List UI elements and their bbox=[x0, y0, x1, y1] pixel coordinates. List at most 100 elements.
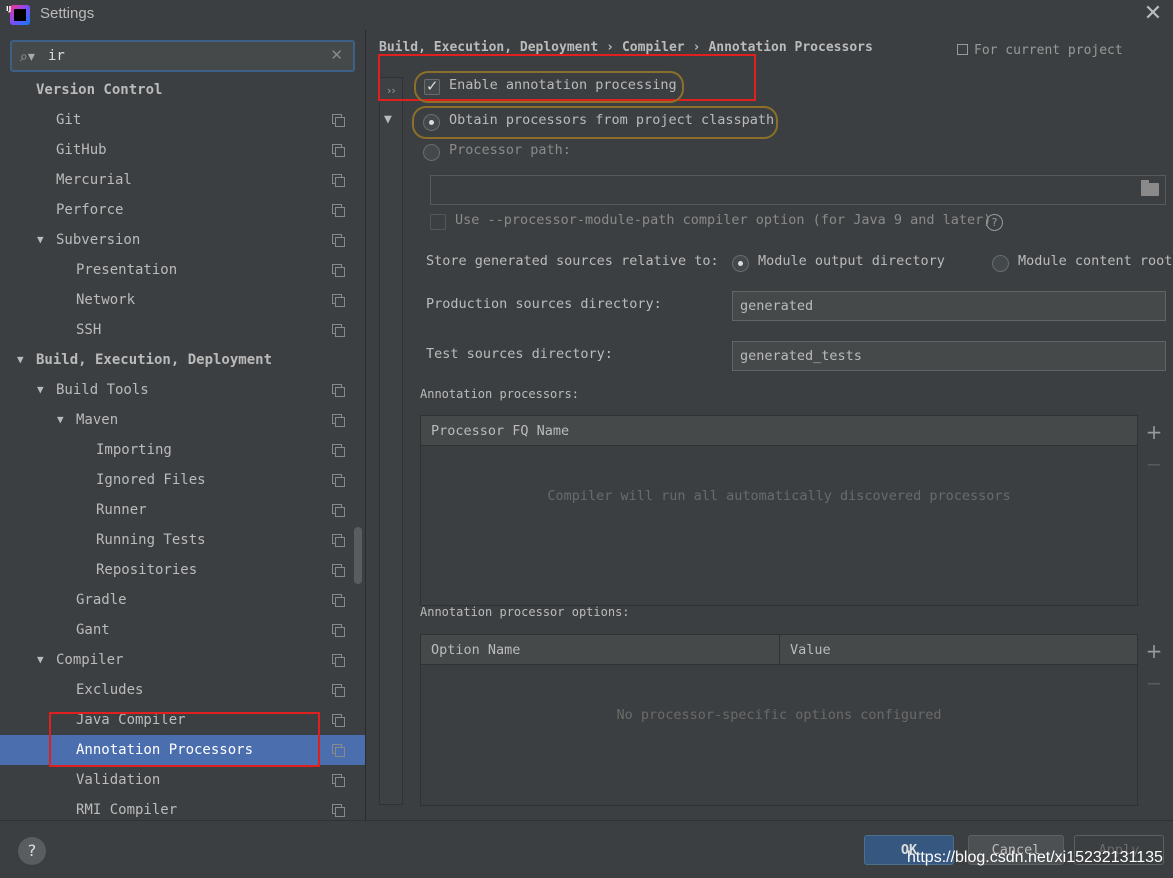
tree-item-github[interactable]: GitHub bbox=[0, 135, 365, 165]
remove-option-icon[interactable]: − bbox=[1144, 671, 1164, 695]
options-empty-text: No processor-specific options configured bbox=[616, 707, 942, 723]
gold-highlight-classpath bbox=[412, 106, 778, 139]
tree-item-gradle[interactable]: Gradle bbox=[0, 585, 365, 615]
project-level-copy-icon bbox=[332, 474, 345, 487]
project-level-copy-icon bbox=[332, 294, 345, 307]
tree-item-label: Network bbox=[76, 292, 136, 308]
module-content-root-radio[interactable] bbox=[992, 255, 1009, 272]
add-processor-icon[interactable]: + bbox=[1144, 420, 1164, 444]
tree-item-repositories[interactable]: Repositories bbox=[0, 555, 365, 585]
tree-item-label: Importing bbox=[96, 442, 172, 458]
tree-item-gant[interactable]: Gant bbox=[0, 615, 365, 645]
tree-item-ignored-files[interactable]: Ignored Files bbox=[0, 465, 365, 495]
close-icon[interactable]: ✕ bbox=[1143, 3, 1163, 25]
tree-item-git[interactable]: Git bbox=[0, 105, 365, 135]
project-level-copy-icon bbox=[332, 534, 345, 547]
tree-expand-arrow-icon[interactable]: ▼ bbox=[37, 645, 44, 675]
clear-search-icon[interactable]: ✕ bbox=[330, 46, 343, 64]
project-level-copy-icon bbox=[332, 414, 345, 427]
watermark-url: https://blog.csdn.net/xi15232131135 bbox=[907, 849, 1163, 866]
test-sources-value: generated_tests bbox=[740, 348, 862, 364]
value-column[interactable]: Value bbox=[779, 635, 831, 665]
processor-fq-name-column[interactable]: Processor FQ Name bbox=[421, 416, 569, 446]
project-level-copy-icon bbox=[332, 384, 345, 397]
production-sources-label: Production sources directory: bbox=[426, 296, 662, 312]
tree-item-label: Excludes bbox=[76, 682, 144, 698]
processor-module-path-checkbox[interactable] bbox=[430, 214, 446, 230]
app-icon-label: IJ bbox=[6, 5, 12, 13]
tree-item-mercurial[interactable]: Mercurial bbox=[0, 165, 365, 195]
annotation-processors-table[interactable]: Processor FQ Name Compiler will run all … bbox=[420, 415, 1138, 606]
tree-item-ssh[interactable]: SSH bbox=[0, 315, 365, 345]
tree-item-running-tests[interactable]: Running Tests bbox=[0, 525, 365, 555]
processor-path-label[interactable]: Processor path: bbox=[449, 142, 571, 158]
project-level-copy-icon bbox=[332, 594, 345, 607]
help-button[interactable]: ? bbox=[18, 837, 46, 865]
test-sources-field[interactable]: generated_tests bbox=[732, 341, 1166, 371]
tree-item-label: Gradle bbox=[76, 592, 127, 608]
breadcrumb-annotation-processors: Annotation Processors bbox=[708, 40, 873, 55]
breadcrumb-separator: › bbox=[692, 40, 701, 55]
tree-item-subversion[interactable]: ▼ Subversion bbox=[0, 225, 365, 255]
tree-item-label: SSH bbox=[76, 322, 102, 338]
tree-expand-arrow-icon[interactable]: ▼ bbox=[57, 405, 64, 435]
project-scope-indicator: For current project bbox=[957, 43, 1123, 58]
tree-item-label: GitHub bbox=[56, 142, 107, 158]
add-option-icon[interactable]: + bbox=[1144, 639, 1164, 663]
tree-item-network[interactable]: Network bbox=[0, 285, 365, 315]
tree-item-maven[interactable]: ▼ Maven bbox=[0, 405, 365, 435]
tree-item-perforce[interactable]: Perforce bbox=[0, 195, 365, 225]
tree-item-compiler[interactable]: ▼ Compiler bbox=[0, 645, 365, 675]
project-level-copy-icon bbox=[332, 234, 345, 247]
table-header: Option Name Value bbox=[421, 635, 1137, 665]
processor-path-radio[interactable] bbox=[423, 144, 440, 161]
breadcrumb-build-execution: Build, Execution, Deployment bbox=[379, 40, 599, 55]
project-level-copy-icon bbox=[332, 624, 345, 637]
tree-item-version-control[interactable]: Version Control bbox=[0, 75, 365, 105]
tree-item-build-tools[interactable]: ▼ Build Tools bbox=[0, 375, 365, 405]
production-sources-field[interactable]: generated bbox=[732, 291, 1166, 321]
tree-item-validation[interactable]: Validation bbox=[0, 765, 365, 795]
module-content-root-label[interactable]: Module content root bbox=[1018, 253, 1172, 269]
project-level-copy-icon bbox=[332, 804, 345, 817]
processor-path-field[interactable] bbox=[430, 175, 1166, 205]
tree-item-runner[interactable]: Runner bbox=[0, 495, 365, 525]
processor-options-section-label: Annotation processor options: bbox=[420, 605, 630, 619]
help-icon[interactable]: ? bbox=[986, 214, 1003, 231]
processor-module-path-label[interactable]: Use --processor-module-path compiler opt… bbox=[455, 212, 991, 228]
tree-item-label: Subversion bbox=[56, 232, 141, 248]
project-level-copy-icon bbox=[332, 744, 345, 757]
tree-item-label: Ignored Files bbox=[96, 472, 206, 488]
module-output-directory-radio[interactable] bbox=[732, 255, 749, 272]
tree-scrollbar-thumb[interactable] bbox=[354, 527, 362, 584]
remove-processor-icon[interactable]: − bbox=[1144, 452, 1164, 476]
tree-item-label: Compiler bbox=[56, 652, 124, 668]
project-level-copy-icon bbox=[332, 684, 345, 697]
search-icon[interactable]: ⌕▾ bbox=[20, 49, 35, 65]
dialog-button-bar: ? OK Cancel Apply https://blog.csdn.net/… bbox=[0, 820, 1173, 878]
tree-item-build-execution-deployment[interactable]: ▼ Build, Execution, Deployment bbox=[0, 345, 365, 375]
tree-expand-arrow-icon[interactable]: ▼ bbox=[37, 375, 44, 405]
tree-item-label: Validation bbox=[76, 772, 161, 788]
project-scope-icon bbox=[957, 44, 968, 55]
tree-item-label: Repositories bbox=[96, 562, 198, 578]
collapse-profile-icon[interactable]: ▼ bbox=[384, 112, 392, 127]
tree-item-importing[interactable]: Importing bbox=[0, 435, 365, 465]
settings-tree-panel: ⌕▾ ✕ Version Control Git GitHub Mercurial Pe… bbox=[0, 30, 366, 820]
tree-item-excludes[interactable]: Excludes bbox=[0, 675, 365, 705]
processor-options-table[interactable]: Option Name Value No processor-specific … bbox=[420, 634, 1138, 806]
browse-folder-icon[interactable] bbox=[1141, 180, 1159, 196]
tree-expand-arrow-icon[interactable]: ▼ bbox=[17, 345, 24, 375]
project-level-copy-icon bbox=[332, 204, 345, 217]
tree-item-presentation[interactable]: Presentation bbox=[0, 255, 365, 285]
tree-item-label: Git bbox=[56, 112, 82, 128]
tree-expand-arrow-icon[interactable]: ▼ bbox=[37, 225, 44, 255]
breadcrumb-separator: › bbox=[606, 40, 614, 55]
option-name-column[interactable]: Option Name bbox=[421, 635, 520, 665]
module-output-directory-label[interactable]: Module output directory bbox=[758, 253, 945, 269]
project-level-copy-icon bbox=[332, 714, 345, 727]
project-level-copy-icon bbox=[332, 774, 345, 787]
tree-item-label: Presentation bbox=[76, 262, 178, 278]
red-annotation-box-tree bbox=[49, 712, 320, 767]
settings-search-input[interactable] bbox=[48, 46, 328, 66]
